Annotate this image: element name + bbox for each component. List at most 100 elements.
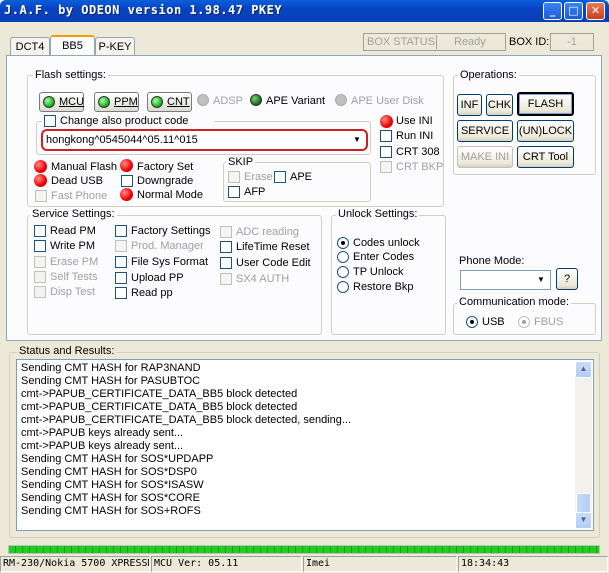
dead-usb-led-icon[interactable] xyxy=(34,174,47,187)
erase-pm-checkbox xyxy=(34,256,46,268)
user-code-edit-label[interactable]: User Code Edit xyxy=(236,257,311,269)
enter-codes-label[interactable]: Enter Codes xyxy=(353,251,414,263)
dead-usb-label[interactable]: Dead USB xyxy=(51,175,103,187)
sx4-auth-checkbox xyxy=(220,273,232,285)
self-tests-checkbox xyxy=(34,271,46,283)
skip-ape-label[interactable]: APE xyxy=(290,171,312,183)
flash-button[interactable]: FLASH xyxy=(517,92,574,116)
sx4-auth-label: SX4 AUTH xyxy=(236,273,290,285)
tab-dct4[interactable]: DCT4 xyxy=(10,37,50,57)
box-id-label: BOX ID: xyxy=(509,36,550,48)
crt-308-checkbox[interactable] xyxy=(380,146,392,158)
cnt-label: CNT xyxy=(167,96,190,108)
user-code-edit-checkbox[interactable] xyxy=(220,257,232,269)
skip-erase-checkbox xyxy=(228,171,240,183)
read-pp-label[interactable]: Read pp xyxy=(131,287,173,299)
write-pm-checkbox[interactable] xyxy=(34,240,46,252)
restore-bkp-label[interactable]: Restore Bkp xyxy=(353,281,414,293)
change-product-code-label[interactable]: Change also product code xyxy=(60,115,188,127)
mcu-toggle[interactable]: MCU xyxy=(39,92,84,112)
enter-codes-radio[interactable] xyxy=(337,251,349,263)
factory-set-label[interactable]: Factory Set xyxy=(137,161,193,173)
box-status-field: BOX STATUS: Ready xyxy=(363,33,506,51)
file-sys-format-label[interactable]: File Sys Format xyxy=(131,256,208,268)
maximize-button[interactable]: □ xyxy=(564,2,583,20)
read-pp-checkbox[interactable] xyxy=(115,287,127,299)
crt-bkp-label: CRT BKP xyxy=(396,161,444,173)
tab-bb5[interactable]: BB5 xyxy=(50,35,95,57)
upload-pp-checkbox[interactable] xyxy=(115,272,127,284)
change-product-code-checkbox[interactable] xyxy=(44,115,56,127)
restore-bkp-radio[interactable] xyxy=(337,281,349,293)
box-id-value: -1 xyxy=(567,36,577,48)
usb-label[interactable]: USB xyxy=(482,316,505,328)
use-ini-label[interactable]: Use INI xyxy=(396,115,433,127)
normal-mode-led-icon[interactable] xyxy=(120,188,133,201)
tp-unlock-label[interactable]: TP Unlock xyxy=(353,266,404,278)
manual-flash-led-icon[interactable] xyxy=(34,160,47,173)
close-button[interactable]: ✕ xyxy=(586,2,605,20)
factory-settings-label[interactable]: Factory Settings xyxy=(131,225,210,237)
ape-variant-led-icon[interactable] xyxy=(250,94,262,106)
ppm-toggle[interactable]: PPM xyxy=(94,92,139,112)
chk-button[interactable]: CHK xyxy=(486,94,513,116)
adc-reading-label: ADC reading xyxy=(236,226,299,238)
run-ini-label[interactable]: Run INI xyxy=(396,130,433,142)
unlock-button[interactable]: (UN)LOCK xyxy=(517,120,574,142)
cnt-toggle[interactable]: CNT xyxy=(147,92,192,112)
factory-settings-checkbox[interactable] xyxy=(115,225,127,237)
scroll-down-icon[interactable]: ▼ xyxy=(575,512,592,529)
scrollbar-thumb[interactable] xyxy=(576,493,591,513)
box-status-divider xyxy=(436,35,437,49)
progress-fill xyxy=(9,546,599,553)
skip-afp-checkbox[interactable] xyxy=(228,186,240,198)
normal-mode-label[interactable]: Normal Mode xyxy=(137,189,203,201)
log-line: Sending CMT HASH for SOS*CORE xyxy=(21,492,200,504)
file-sys-format-checkbox[interactable] xyxy=(115,256,127,268)
crt-308-label[interactable]: CRT 308 xyxy=(396,146,440,158)
status-results-title: Status and Results: xyxy=(17,345,117,357)
lifetime-reset-checkbox[interactable] xyxy=(220,241,232,253)
log-line: Sending CMT HASH for SOS*ISASW xyxy=(21,479,204,491)
product-code-dropdown-icon[interactable]: ▼ xyxy=(350,133,364,147)
product-code-combo[interactable]: hongkong^0545044^05.11^015 ▼ xyxy=(41,129,368,151)
phone-mode-combo[interactable]: ▼ xyxy=(460,270,551,290)
log-line: Sending CMT HASH for RAP3NAND xyxy=(21,362,201,374)
usb-radio[interactable] xyxy=(466,316,478,328)
skip-afp-label[interactable]: AFP xyxy=(244,186,265,198)
disp-test-checkbox xyxy=(34,286,46,298)
phone-mode-help-button[interactable]: ? xyxy=(556,268,578,290)
write-pm-label[interactable]: Write PM xyxy=(50,240,95,252)
phone-mode-dropdown-icon[interactable]: ▼ xyxy=(535,273,547,287)
ape-variant-label[interactable]: APE Variant xyxy=(266,95,325,107)
inf-button[interactable]: INF xyxy=(457,94,482,116)
run-ini-checkbox[interactable] xyxy=(380,130,392,142)
communication-mode-title: Communication mode: xyxy=(457,296,572,308)
operations-title: Operations: xyxy=(458,69,519,81)
scroll-up-icon[interactable]: ▲ xyxy=(575,361,592,378)
read-pm-checkbox[interactable] xyxy=(34,225,46,237)
use-ini-led-icon[interactable] xyxy=(380,115,393,128)
log-line: cmt->PAPUB_CERTIFICATE_DATA_BB5 block de… xyxy=(21,388,298,400)
manual-flash-label[interactable]: Manual Flash xyxy=(51,161,117,173)
codes-unlock-label[interactable]: Codes unlock xyxy=(353,237,420,249)
crt-tool-button[interactable]: CRT Tool xyxy=(517,146,574,168)
tp-unlock-radio[interactable] xyxy=(337,266,349,278)
factory-set-led-icon[interactable] xyxy=(120,159,133,172)
unlock-settings-title: Unlock Settings: xyxy=(336,208,420,220)
minimize-button[interactable]: _ xyxy=(543,2,562,20)
make-ini-button: MAKE INI xyxy=(457,146,513,168)
status-log[interactable]: Sending CMT HASH for RAP3NAND Sending CM… xyxy=(16,359,594,531)
read-pm-label[interactable]: Read PM xyxy=(50,225,96,237)
service-button[interactable]: SERVICE xyxy=(457,120,513,142)
upload-pp-label[interactable]: Upload PP xyxy=(131,272,184,284)
downgrade-label[interactable]: Downgrade xyxy=(137,175,193,187)
lifetime-reset-label[interactable]: LifeTime Reset xyxy=(236,241,310,253)
log-line: cmt->PAPUB_CERTIFICATE_DATA_BB5 block de… xyxy=(21,414,352,426)
log-line: cmt->PAPUB keys already sent... xyxy=(21,440,184,452)
tab-p-key[interactable]: P-KEY xyxy=(95,37,135,57)
downgrade-checkbox[interactable] xyxy=(121,175,133,187)
codes-unlock-radio[interactable] xyxy=(337,237,349,249)
skip-ape-checkbox[interactable] xyxy=(274,171,286,183)
fast-phone-checkbox xyxy=(35,190,47,202)
